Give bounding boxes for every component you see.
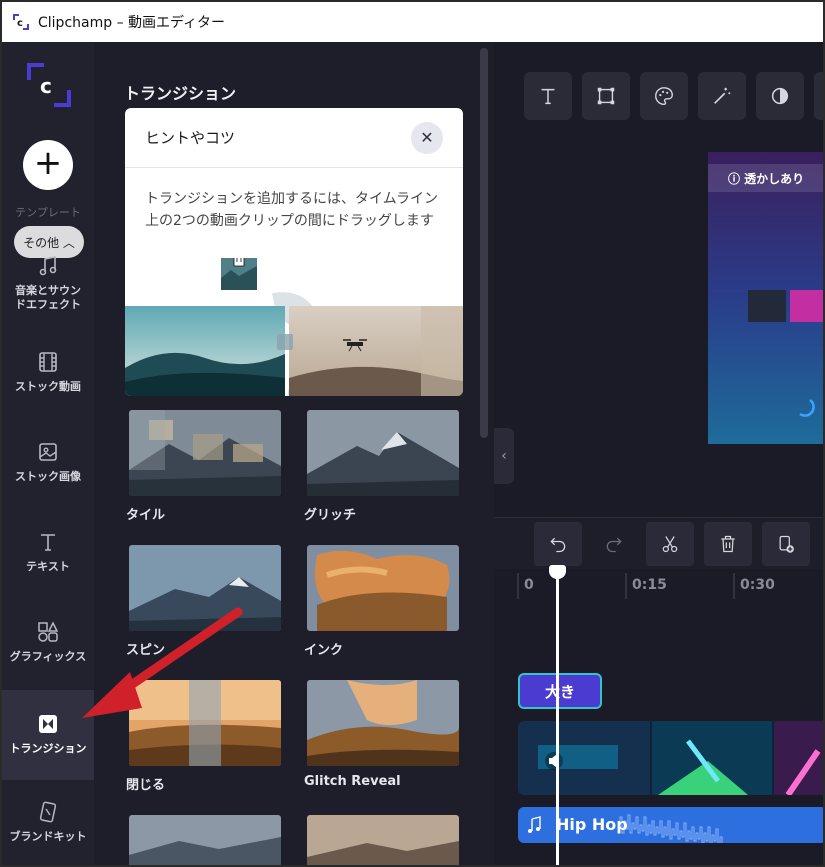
sidebar-item-transitions[interactable]: トランジション [2, 690, 94, 780]
video-clip-thumbnails [518, 721, 823, 795]
add-file-icon [779, 535, 794, 553]
redo-icon [606, 537, 622, 553]
sidebar-item-label: トランジション [9, 742, 87, 755]
video-preview[interactable]: ⓘ 透かしあり [708, 152, 823, 444]
sidebar-item-stock-video[interactable]: ストック動画 [2, 350, 94, 394]
video-clip[interactable] [518, 721, 823, 795]
transition-thumbnail-spin[interactable] [129, 545, 281, 631]
text-tool-button[interactable] [524, 72, 572, 120]
transition-label: インク [304, 643, 344, 658]
undo-button[interactable] [534, 522, 582, 566]
svg-text:c: c [17, 18, 23, 29]
text-icon [41, 534, 55, 551]
sidebar-item-label: テキスト [26, 560, 70, 573]
sidebar-item-music-sfx[interactable]: 音楽とサウンドエフェクト [2, 254, 94, 312]
create-new-button[interactable]: + [23, 140, 73, 190]
transition-thumbnail[interactable] [307, 815, 459, 867]
tips-title: ヒントやコツ [145, 129, 236, 147]
magic-wand-icon [714, 87, 731, 104]
timeline-ruler[interactable]: 0 0:15 0:30 [494, 569, 823, 605]
watermark-notice[interactable]: ⓘ 透かしあり [728, 170, 804, 187]
collapse-panel-button[interactable]: ‹ [494, 428, 514, 484]
sidebar-item-graphics[interactable]: グラフィックス [2, 620, 94, 664]
preview-frame [708, 152, 823, 444]
split-button[interactable] [646, 522, 694, 566]
scissors-icon [662, 536, 678, 553]
music-note-icon [39, 256, 57, 276]
shapes-icon [38, 621, 59, 642]
sidebar-item-label: 音楽とサウンドエフェクト [15, 284, 81, 311]
image-icon [39, 443, 57, 461]
more-tools-button[interactable] [814, 72, 823, 120]
audio-clip-label: Hip Hop [556, 815, 628, 834]
clipchamp-brand-icon: c [27, 63, 71, 107]
text-icon [541, 88, 555, 105]
tips-text: トランジションを追加するには、タイムライン 上の2つの動画クリップの間にドラッグ… [125, 168, 463, 232]
transition-label: タイル [126, 508, 166, 523]
redo-button[interactable] [590, 522, 638, 566]
delete-button[interactable] [704, 522, 752, 566]
adjust-tool-button[interactable] [756, 72, 804, 120]
transition-thumbnail-close[interactable] [129, 680, 281, 766]
transitions-panel: トランジション ‹ ヒントやコツ ✕ トランジションを追加するには、タイムライン… [94, 42, 514, 867]
audio-clip[interactable]: Hip Hop [518, 807, 823, 843]
sidebar-item-label: ストック画像 [15, 470, 81, 483]
transition-icon [39, 715, 57, 733]
sidebar-item-stock-images[interactable]: ストック画像 [2, 440, 94, 484]
panel-scrollbar[interactable] [480, 48, 488, 438]
tips-card: ヒントやコツ ✕ トランジションを追加するには、タイムライン 上の2つの動画クリ… [125, 108, 463, 396]
transition-label: 閉じる [126, 778, 166, 793]
effects-tool-button[interactable] [698, 72, 746, 120]
templates-label[interactable]: テンプレート [2, 204, 94, 220]
app-window: c Clipchamp – 動画エディター c + テンプレート その他 ︿ 音… [0, 0, 825, 867]
crop-tool-button[interactable] [582, 72, 630, 120]
ruler-marks [517, 573, 735, 599]
transition-label: Glitch Reveal [304, 774, 401, 789]
transition-thumbnail-tile[interactable] [129, 410, 281, 496]
transition-thumbnail-glitch[interactable] [307, 410, 459, 496]
tips-illustration [125, 258, 463, 396]
svg-text:c: c [40, 74, 52, 98]
sidebar-item-label: グラフィックス [9, 650, 87, 663]
text-clip[interactable]: 大き [518, 673, 602, 709]
brand-kit-icon [39, 801, 57, 823]
sidebar-item-brand-kit[interactable]: ブランドキット [2, 800, 94, 844]
sidebar-item-text[interactable]: テキスト [2, 530, 94, 574]
title-bar: c Clipchamp – 動画エディター [2, 2, 823, 42]
playhead[interactable] [556, 567, 559, 865]
tips-text-line: トランジションを追加するには、タイムライン [145, 191, 439, 207]
color-tool-button[interactable] [640, 72, 688, 120]
add-media-button[interactable] [762, 522, 810, 566]
tips-text-line: 上の2つの動画クリップの間にドラッグします [145, 213, 434, 229]
timeline-controls [494, 517, 823, 569]
sidebar-item-label: ストック動画 [15, 380, 81, 393]
transition-thumbnail[interactable] [129, 815, 281, 867]
transition-thumbnail-ink[interactable] [307, 545, 459, 631]
sidebar-item-label: ブランドキット [9, 830, 87, 843]
transition-label: スピン [126, 643, 166, 658]
transition-label: グリッチ [304, 508, 357, 523]
timeline-tracks: 大き Hip Hop [494, 605, 823, 865]
transition-thumbnail-glitch-reveal[interactable] [307, 680, 459, 766]
palette-icon [655, 87, 673, 105]
panel-title: トランジション [124, 84, 237, 103]
left-navigation: c + テンプレート その他 ︿ 音楽とサウンドエフェクト ストック動画 ストッ… [2, 42, 94, 865]
undo-icon [550, 537, 566, 553]
window-title: Clipchamp – 動画エディター [38, 15, 226, 31]
clipchamp-logo-icon: c [12, 13, 30, 31]
contrast-icon [771, 87, 789, 105]
film-icon [39, 352, 57, 372]
close-icon[interactable]: ✕ [411, 122, 443, 154]
crop-frame-icon [597, 87, 615, 105]
text-clip-label: 大き [544, 682, 575, 701]
trash-icon [721, 535, 735, 553]
